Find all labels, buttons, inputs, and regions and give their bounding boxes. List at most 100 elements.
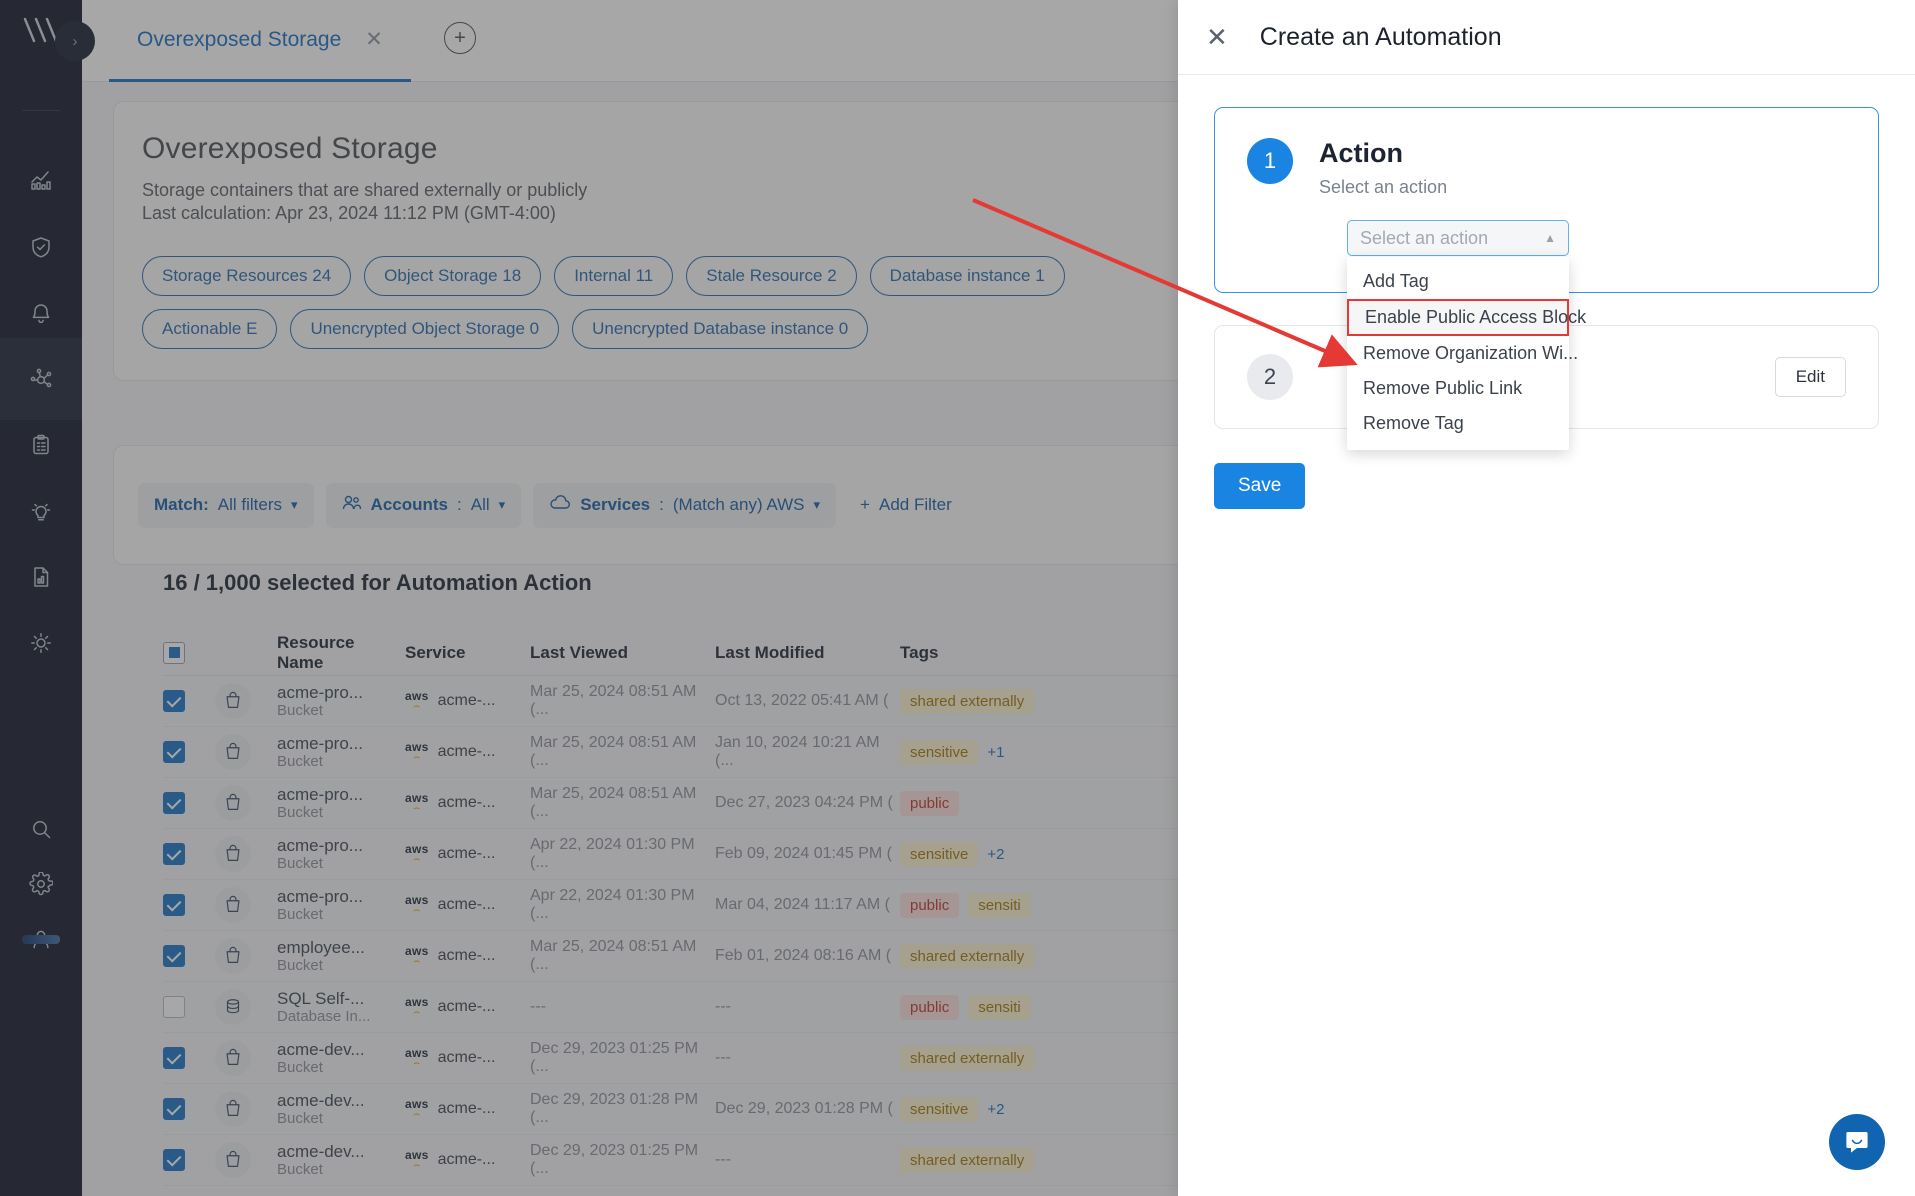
row-checkbox-cell[interactable] — [163, 690, 215, 712]
table-body: acme-pro... Bucket aws ⌢ acme-... Mar 25, 202… — [163, 676, 1323, 1186]
tag-badge[interactable]: sensitive — [900, 739, 979, 765]
tag-badge[interactable]: sensitive — [900, 1096, 979, 1122]
chevron-right-icon[interactable]: › — [55, 21, 95, 61]
stat-chip[interactable]: Stale Resource 2 — [686, 255, 857, 296]
row-checkbox[interactable] — [163, 1098, 185, 1120]
last-modified-cell: Dec 29, 2023 01:28 PM ( — [715, 1100, 893, 1117]
service-account: acme-... — [437, 1151, 496, 1168]
row-checkbox-cell[interactable] — [163, 996, 215, 1018]
resource-name-cell[interactable]: acme-pro... Bucket — [277, 887, 405, 924]
resource-name-cell[interactable]: acme-dev... Bucket — [277, 1040, 405, 1077]
tab-overexposed-storage[interactable]: Overexposed Storage ✕ — [109, 0, 411, 82]
tag-badge[interactable]: public — [900, 994, 960, 1020]
select-all-checkbox-cell[interactable] — [163, 641, 215, 664]
close-icon[interactable]: ✕ — [365, 29, 383, 50]
resource-type: Bucket — [277, 906, 323, 924]
row-checkbox-cell[interactable] — [163, 741, 215, 763]
tag-badge[interactable]: public — [900, 892, 960, 918]
filter-services[interactable]: Services: (Match any) AWS ▾ — [533, 482, 837, 528]
bucket-icon — [215, 1142, 251, 1178]
chat-bubble-icon[interactable] — [1829, 1114, 1885, 1170]
stat-chip[interactable]: Storage Resources 24 — [142, 255, 352, 296]
table-row[interactable]: acme-pro... Bucket aws ⌢ acme-... Apr 22, 202… — [163, 829, 1323, 880]
stat-chip[interactable]: Database instance 1 — [869, 255, 1065, 296]
tag-overflow-count[interactable]: +2 — [987, 846, 1004, 863]
table-row[interactable]: acme-pro... Bucket aws ⌢ acme-... Apr 22, 202… — [163, 880, 1323, 931]
stat-chip[interactable]: Object Storage 18 — [364, 255, 542, 296]
resource-name-cell[interactable]: acme-pro... Bucket — [277, 683, 405, 720]
stat-chip[interactable]: Unencrypted Object Storage 0 — [290, 308, 560, 349]
row-checkbox-cell[interactable] — [163, 792, 215, 814]
tag-badge[interactable]: shared externally — [900, 1147, 1035, 1173]
resource-type: Bucket — [277, 855, 323, 873]
resource-name-cell[interactable]: SQL Self-... Database In... — [277, 989, 405, 1026]
row-checkbox[interactable] — [163, 894, 185, 916]
tag-badge[interactable]: public — [900, 790, 960, 816]
row-checkbox-cell[interactable] — [163, 1047, 215, 1069]
row-checkbox[interactable] — [163, 741, 185, 763]
filter-match[interactable]: Match: All filters ▾ — [138, 482, 314, 528]
save-button[interactable]: Save — [1214, 463, 1306, 509]
tag-badge[interactable]: shared externally — [900, 1045, 1035, 1071]
column-header-last-modified[interactable]: Last Modified — [715, 643, 900, 663]
dropdown-option[interactable]: Remove Public Link — [1347, 371, 1569, 406]
column-header-service[interactable]: Service — [405, 643, 530, 663]
row-checkbox[interactable] — [163, 690, 185, 712]
edit-button[interactable]: Edit — [1774, 357, 1846, 397]
filter-accounts[interactable]: Accounts: All ▾ — [325, 482, 522, 528]
column-header-resource-name[interactable]: Resource Name — [277, 633, 405, 673]
row-checkbox-cell[interactable] — [163, 1149, 215, 1171]
table-row[interactable]: acme-pro... Bucket aws ⌢ acme-... Mar 25, 202… — [163, 676, 1323, 727]
tag-overflow-count[interactable]: +2 — [987, 1101, 1004, 1118]
action-select[interactable]: Select an action ▲ — [1347, 220, 1569, 256]
shield-check-icon — [32, 237, 50, 258]
dropdown-option[interactable]: Add Tag — [1347, 264, 1569, 299]
column-header-last-viewed[interactable]: Last Viewed — [530, 643, 715, 663]
row-checkbox[interactable] — [163, 843, 185, 865]
row-checkbox[interactable] — [163, 1047, 185, 1069]
row-checkbox[interactable] — [163, 945, 185, 967]
resource-name-cell[interactable]: acme-dev... Bucket — [277, 1142, 405, 1179]
column-header-tags[interactable]: Tags — [900, 643, 1150, 663]
tag-badge[interactable]: sensiti — [968, 892, 1031, 918]
row-checkbox[interactable] — [163, 1149, 185, 1171]
tag-overflow-count[interactable]: +1 — [987, 744, 1004, 761]
dropdown-option[interactable]: Remove Organization Wi... — [1347, 336, 1578, 371]
stat-chip[interactable]: Actionable E — [142, 308, 278, 349]
sidebar-item-sun[interactable] — [0, 602, 82, 684]
tag-badge[interactable]: shared externally — [900, 688, 1035, 714]
table-row[interactable]: acme-dev... Bucket aws ⌢ acme-... Dec 29, 202… — [163, 1084, 1323, 1135]
close-icon[interactable]: ✕ — [1206, 24, 1228, 50]
table-row[interactable]: employee... Bucket aws ⌢ acme-... Mar 25, 202… — [163, 931, 1323, 982]
table-row[interactable]: acme-dev... Bucket aws ⌢ acme-... Dec 29, 202… — [163, 1135, 1323, 1186]
aws-icon: aws ⌢ — [405, 944, 429, 967]
dropdown-option[interactable]: Remove Tag — [1347, 406, 1569, 441]
stat-chip[interactable]: Unencrypted Database instance 0 — [572, 308, 869, 349]
table-row[interactable]: SQL Self-... Database In... aws ⌢ acme-... --… — [163, 982, 1323, 1033]
row-checkbox-cell[interactable] — [163, 945, 215, 967]
resource-name-cell[interactable]: employee... Bucket — [277, 938, 405, 975]
table-row[interactable]: acme-dev... Bucket aws ⌢ acme-... Dec 29, 202… — [163, 1033, 1323, 1084]
resource-name-cell[interactable]: acme-pro... Bucket — [277, 785, 405, 822]
tag-badge[interactable]: shared externally — [900, 943, 1035, 969]
row-checkbox-cell[interactable] — [163, 843, 215, 865]
table-row[interactable]: acme-pro... Bucket aws ⌢ acme-... Mar 25, 202… — [163, 778, 1323, 829]
select-all-checkbox[interactable] — [163, 641, 185, 664]
dropdown-option[interactable]: Enable Public Access Block — [1347, 299, 1586, 336]
resource-name-cell[interactable]: acme-pro... Bucket — [277, 836, 405, 873]
row-checkbox[interactable] — [163, 996, 185, 1018]
service-cell: aws ⌢ acme-... — [405, 945, 530, 967]
row-checkbox-cell[interactable] — [163, 1098, 215, 1120]
tag-badge[interactable]: sensiti — [968, 994, 1031, 1020]
tags-cell: sensitive +1 — [900, 739, 1150, 765]
filter-services-label: Services — [580, 495, 651, 514]
resource-name-cell[interactable]: acme-pro... Bucket — [277, 734, 405, 771]
stat-chip[interactable]: Internal 11 — [554, 255, 674, 296]
tag-badge[interactable]: sensitive — [900, 841, 979, 867]
row-checkbox-cell[interactable] — [163, 894, 215, 916]
table-row[interactable]: acme-pro... Bucket aws ⌢ acme-... Mar 25, 202… — [163, 727, 1323, 778]
row-checkbox[interactable] — [163, 792, 185, 814]
resource-name-cell[interactable]: acme-dev... Bucket — [277, 1091, 405, 1128]
add-filter-button[interactable]: + Add Filter — [860, 495, 952, 515]
plus-icon[interactable]: + — [444, 22, 476, 54]
